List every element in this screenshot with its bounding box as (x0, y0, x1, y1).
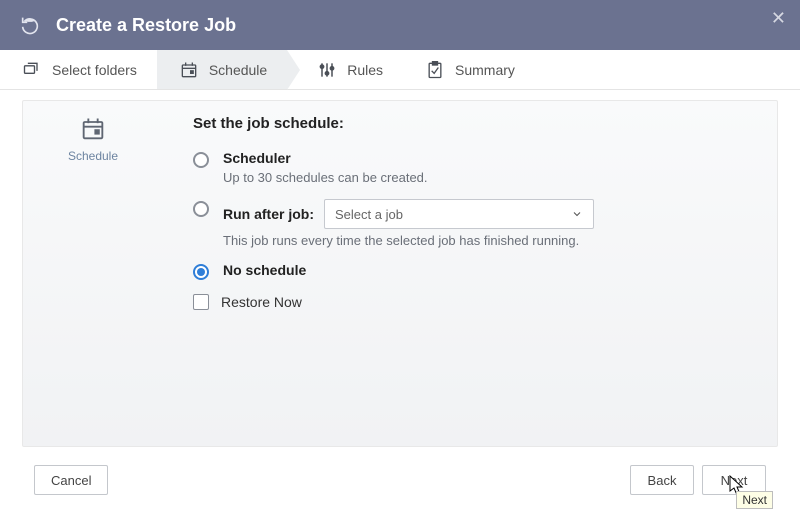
back-button[interactable]: Back (630, 465, 694, 495)
step-select-folders[interactable]: Select folders (0, 50, 157, 89)
step-summary[interactable]: Summary (403, 50, 535, 89)
job-select[interactable]: Select a job (324, 199, 594, 229)
main-panel: Schedule Set the job schedule: Scheduler… (22, 100, 778, 447)
restore-now-label: Restore Now (221, 294, 302, 310)
close-icon[interactable]: ✕ (771, 8, 786, 29)
option-label: Scheduler (223, 150, 727, 166)
step-rules[interactable]: Rules (287, 50, 403, 89)
chevron-down-icon (571, 208, 583, 220)
select-placeholder: Select a job (335, 207, 403, 222)
step-label: Select folders (52, 62, 137, 78)
restore-now-row: Restore Now (193, 294, 727, 310)
dialog-header: Create a Restore Job ✕ (0, 0, 800, 50)
dialog-title: Create a Restore Job (56, 15, 236, 36)
side-tab-label: Schedule (63, 149, 123, 163)
option-desc: This job runs every time the selected jo… (223, 233, 727, 248)
radio-no-schedule[interactable] (193, 264, 209, 280)
calendar-icon (79, 115, 107, 143)
option-label: Run after job: (223, 206, 314, 222)
step-schedule[interactable]: Schedule (157, 50, 287, 89)
restore-now-checkbox[interactable] (193, 294, 209, 310)
step-label: Schedule (209, 62, 267, 78)
folders-icon (22, 60, 42, 80)
cancel-button[interactable]: Cancel (34, 465, 108, 495)
step-label: Summary (455, 62, 515, 78)
radio-scheduler[interactable] (193, 152, 209, 168)
clipboard-check-icon (425, 60, 445, 80)
option-label: No schedule (223, 262, 727, 278)
radio-run-after[interactable] (193, 201, 209, 217)
wizard-steps: Select folders Schedule Rules Summary (0, 50, 800, 90)
sliders-icon (317, 60, 337, 80)
option-no-schedule: No schedule (193, 262, 727, 280)
side-tab-schedule: Schedule (63, 115, 123, 163)
option-scheduler: Scheduler Up to 30 schedules can be crea… (193, 150, 727, 185)
step-label: Rules (347, 62, 383, 78)
dialog-footer: Cancel Back Next (0, 465, 800, 509)
option-desc: Up to 30 schedules can be created. (223, 170, 727, 185)
section-title: Set the job schedule: (193, 115, 727, 132)
next-tooltip: Next (736, 491, 773, 509)
schedule-form: Set the job schedule: Scheduler Up to 30… (193, 115, 727, 310)
restore-job-icon (18, 13, 42, 37)
calendar-icon (179, 60, 199, 80)
option-run-after: Run after job: Select a job This job run… (193, 199, 727, 248)
